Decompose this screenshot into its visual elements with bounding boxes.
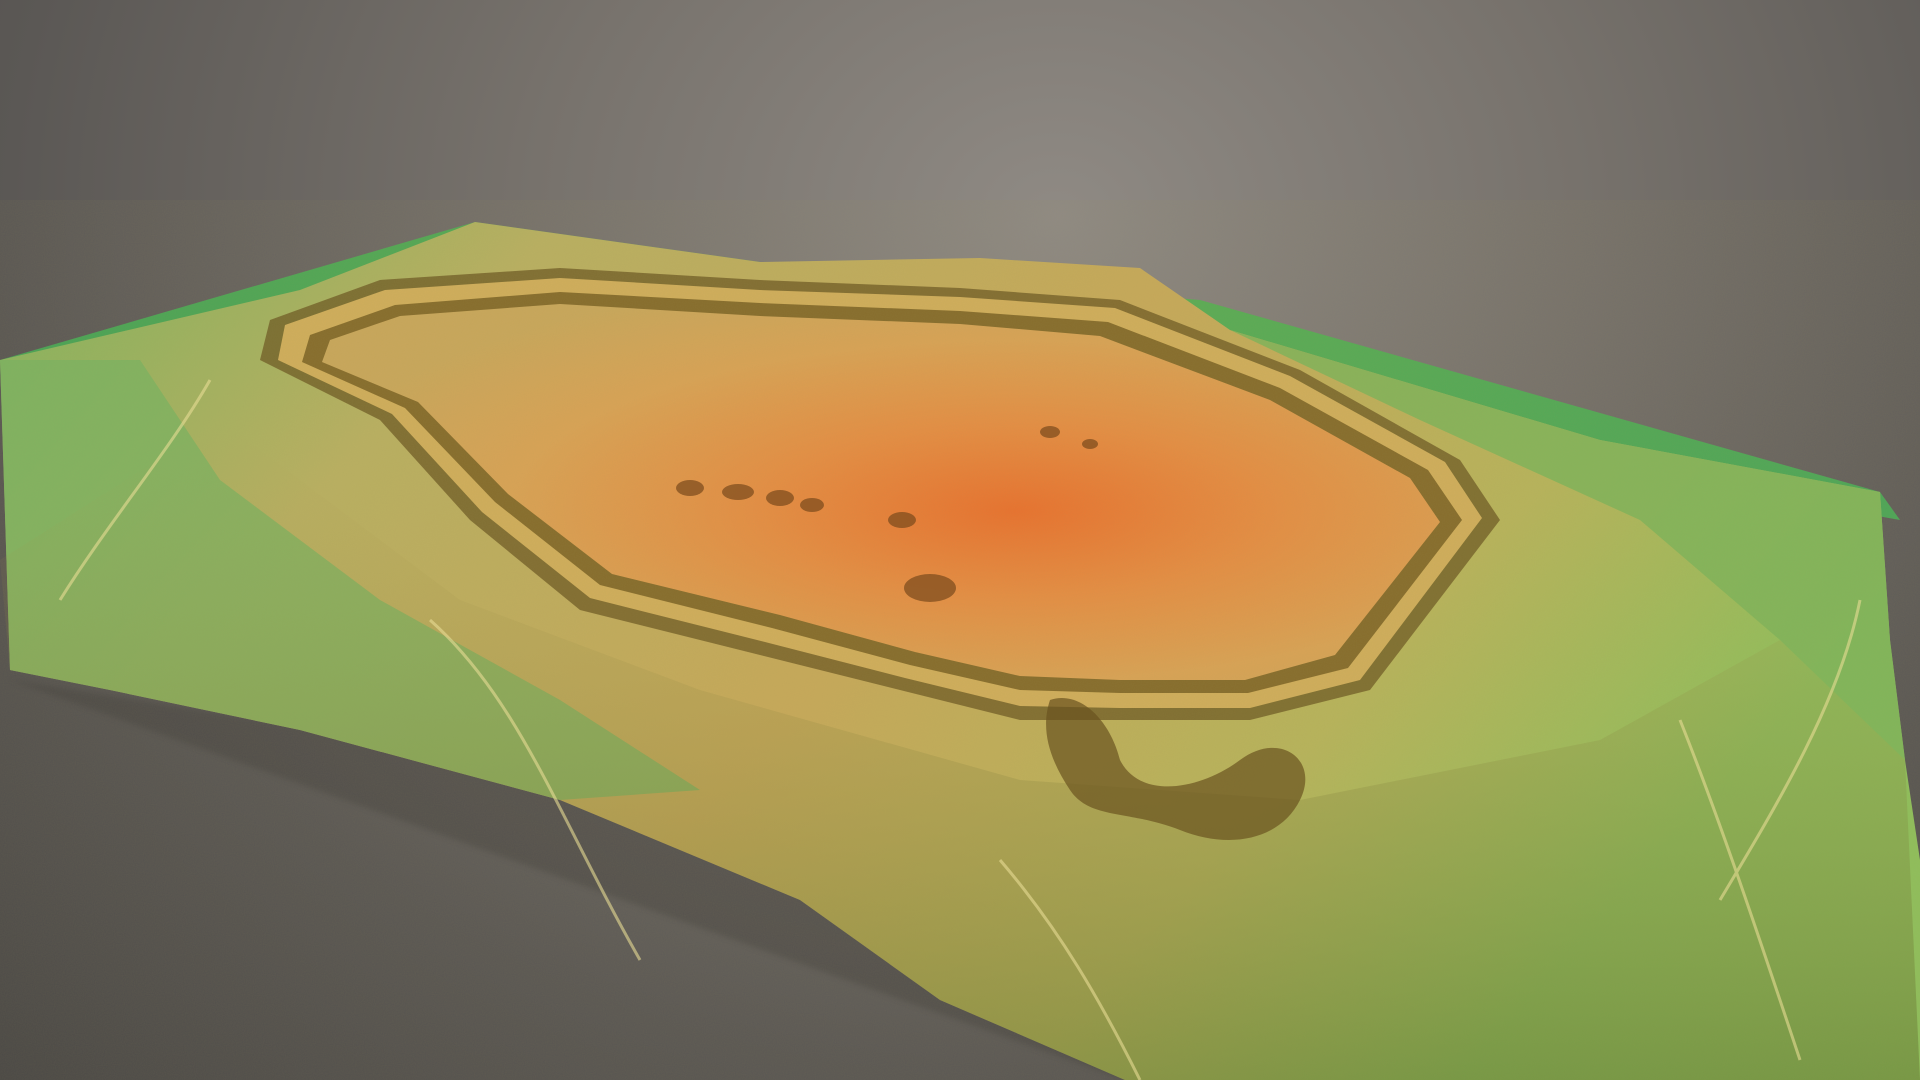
terrain-model[interactable] xyxy=(0,0,1920,1080)
surface-texture xyxy=(0,200,1920,1080)
model-viewport[interactable] xyxy=(0,0,1920,1080)
